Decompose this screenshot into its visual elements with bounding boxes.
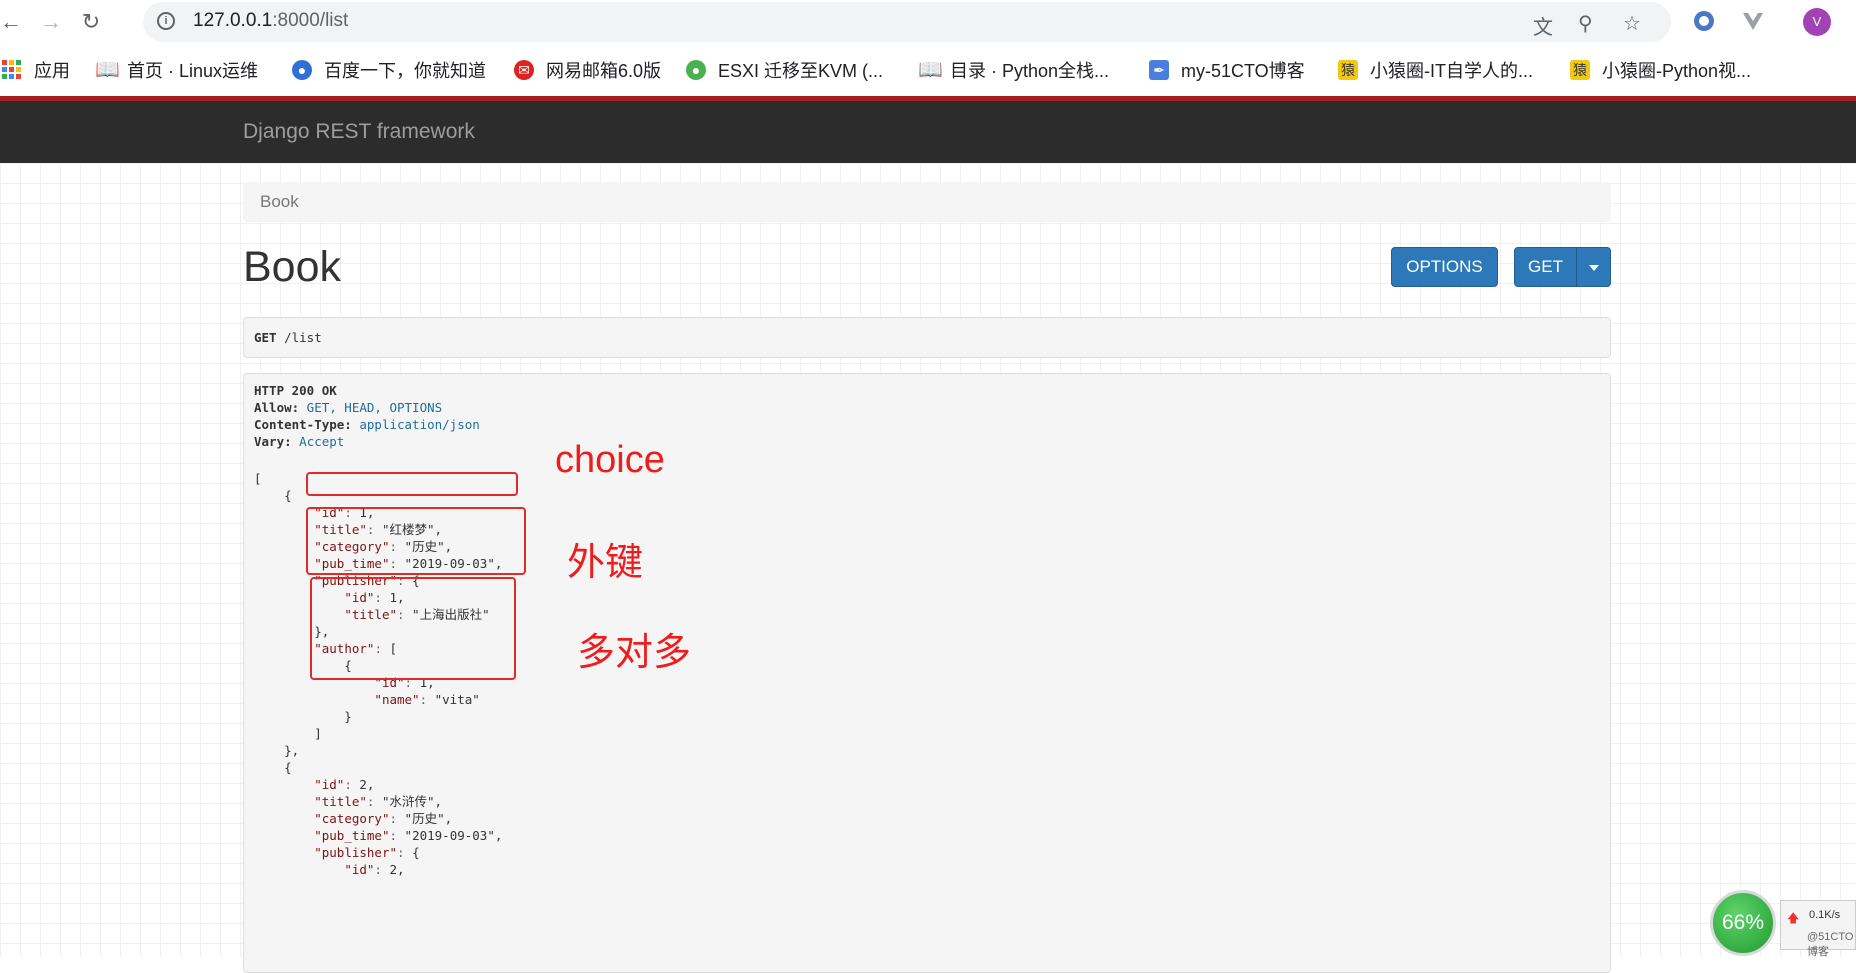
site-info-icon[interactable]: i <box>157 12 175 30</box>
annotation-many-to-many-label: 多对多 <box>577 632 692 674</box>
address-bar[interactable]: i 127.0.0.1:8000/list 文 ⚲ ☆ <box>143 2 1671 42</box>
forward-arrow-icon[interactable]: → <box>36 7 66 37</box>
bookmark-label: 目录 · Python全栈... <box>950 61 1110 81</box>
bookmark-51cto[interactable]: ✒ my-51CTO博客 <box>1149 58 1305 82</box>
url-text[interactable]: 127.0.0.1:8000/list <box>193 10 348 32</box>
bookmark-xiaoyuan-1[interactable]: 猿 小猿圈-IT自学人的... <box>1338 58 1533 82</box>
bookmark-label: my-51CTO博客 <box>1181 61 1305 81</box>
caret-down-icon <box>1588 264 1599 271</box>
star-bookmark-icon[interactable]: ☆ <box>1623 11 1641 36</box>
annotation-box-publisher <box>306 507 526 575</box>
annotation-box-category <box>306 472 518 496</box>
page-title: Book <box>243 243 342 291</box>
header-value: application/json <box>351 417 480 432</box>
header-value: GET, HEAD, OPTIONS <box>299 400 443 415</box>
bookmark-label: 小猿圈-IT自学人的... <box>1370 61 1533 81</box>
url-path: :8000/list <box>272 10 349 31</box>
bookmarks-bar: 应用 📖 首页 · Linux运维 ● 百度一下，你就知道 ✉ 网易邮箱6.0版… <box>0 44 1856 94</box>
breadcrumb: Book <box>243 182 1611 222</box>
frog-icon: ● <box>686 60 706 80</box>
header-name: Content-Type: <box>254 417 352 432</box>
json-line: "id": 2, <box>344 862 405 877</box>
zoom-icon[interactable]: ⚲ <box>1578 11 1593 36</box>
yuan-icon: 猿 <box>1570 60 1590 80</box>
bookmark-baidu[interactable]: ● 百度一下，你就知道 <box>292 58 486 82</box>
bookmark-python[interactable]: 📖 目录 · Python全栈... <box>918 58 1109 82</box>
profile-avatar[interactable]: V <box>1803 8 1831 36</box>
bookmark-xiaoyuan-2[interactable]: 猿 小猿圈-Python视... <box>1570 58 1751 82</box>
watermark-text: @51CTO博客 <box>1807 931 1854 958</box>
options-button[interactable]: OPTIONS <box>1391 247 1498 287</box>
book-icon: 📖 <box>95 59 120 81</box>
bookmark-esxi[interactable]: ● ESXI 迁移至KVM (... <box>686 58 883 82</box>
bookmark-linux[interactable]: 📖 首页 · Linux运维 <box>95 58 258 82</box>
bookmark-label: 应用 <box>34 61 70 81</box>
upload-arrow-icon: 🡅 <box>1787 911 1800 925</box>
url-host: 127.0.0.1 <box>193 10 273 31</box>
upload-speed: 0.1K/s <box>1809 909 1841 921</box>
breadcrumb-item-book[interactable]: Book <box>260 192 299 211</box>
header-name: Vary: <box>254 434 292 449</box>
header-vary: Vary: Accept <box>254 432 344 452</box>
vue-devtools-icon[interactable] <box>1741 9 1765 33</box>
bookmark-label: 小猿圈-Python视... <box>1602 61 1752 81</box>
main-content: Book Book OPTIONS GET GET /list HTTP 200… <box>0 163 1856 973</box>
back-arrow-icon[interactable]: ← <box>0 7 26 37</box>
header-name: Allow: <box>254 400 300 415</box>
drf-navbar: Django REST framework <box>0 101 1856 164</box>
bookmark-label: ESXI 迁移至KVM (... <box>718 61 884 81</box>
book-icon: 📖 <box>918 59 943 81</box>
annotation-foreign-key-label: 外键 <box>567 542 644 584</box>
translate-icon[interactable]: 文 <box>1533 11 1553 40</box>
bookmark-label: 网易邮箱6.0版 <box>546 61 662 81</box>
request-info: GET /list <box>243 317 1611 358</box>
feather-icon: ✒ <box>1149 60 1169 80</box>
yuan-icon: 猿 <box>1338 60 1358 80</box>
reload-icon[interactable]: ↻ <box>76 7 106 37</box>
bookmark-label: 百度一下，你就知道 <box>324 61 486 81</box>
bookmark-netease[interactable]: ✉ 网易邮箱6.0版 <box>514 58 661 82</box>
bookmark-apps[interactable]: 应用 <box>2 58 70 82</box>
get-button[interactable]: GET <box>1514 247 1577 287</box>
request-method: GET <box>254 330 277 345</box>
speed-panel: 🡅 0.1K/s @51CTO博客 <box>1780 900 1856 958</box>
apps-grid-icon <box>2 60 22 80</box>
request-path: /list <box>276 330 322 345</box>
network-speed-widget[interactable]: 66% 🡅 0.1K/s @51CTO博客 <box>1710 886 1856 958</box>
header-value: Accept <box>291 434 345 449</box>
status-text: HTTP 200 OK <box>254 383 337 398</box>
baidu-paw-icon: ● <box>292 60 312 80</box>
bookmark-label: 首页 · Linux运维 <box>127 61 259 81</box>
extension-icon[interactable] <box>1692 9 1716 33</box>
annotation-choice-label: choice <box>555 439 665 481</box>
speed-percent: 66% <box>1710 890 1776 956</box>
netease-mail-icon: ✉ <box>514 60 534 80</box>
drf-brand-link[interactable]: Django REST framework <box>243 120 475 144</box>
annotation-box-author <box>310 577 516 680</box>
browser-toolbar: ← → ↻ i 127.0.0.1:8000/list 文 ⚲ ☆ V <box>0 0 1856 44</box>
get-format-dropdown[interactable] <box>1576 247 1611 287</box>
